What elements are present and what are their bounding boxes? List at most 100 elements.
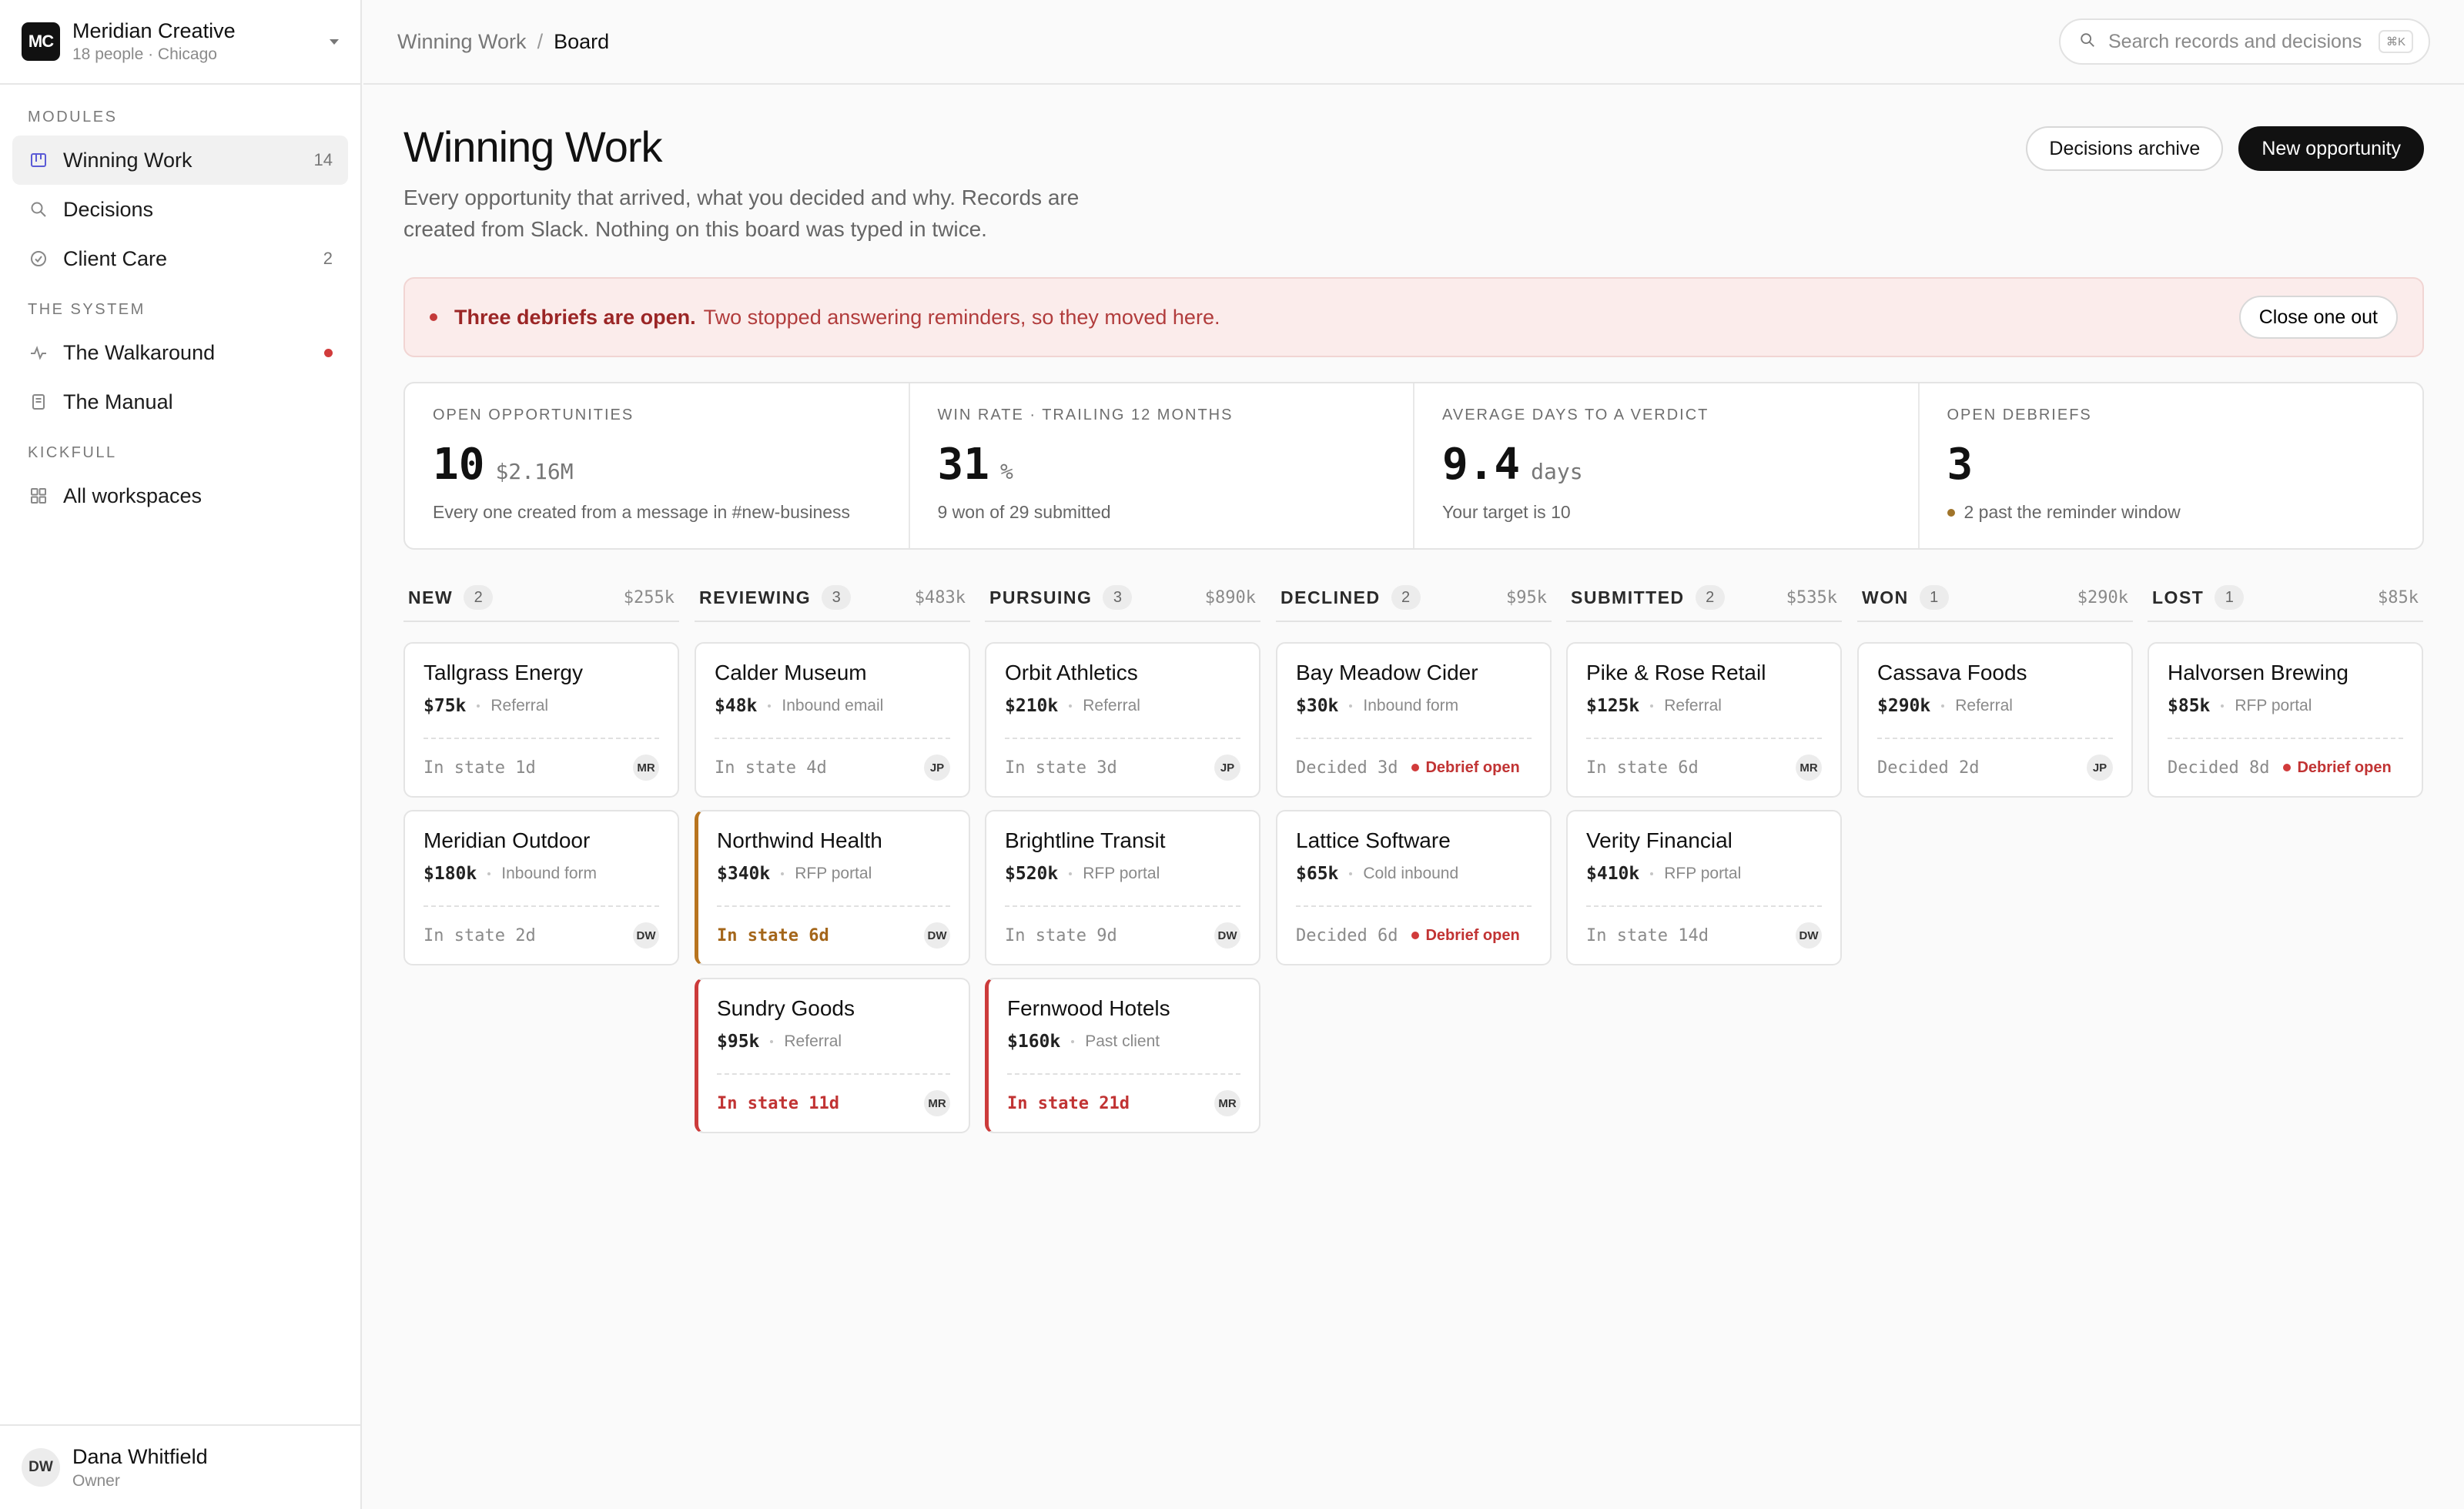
alert-heading: Three debriefs are open. — [454, 305, 696, 329]
card-footer: In state 9d DW — [1005, 905, 1240, 964]
sidebar-item-client-care[interactable]: Client Care 2 — [12, 234, 348, 283]
card-meta: $75k Referral — [424, 696, 659, 716]
card-title: Northwind Health — [717, 828, 882, 852]
stat-label: WIN RATE · TRAILING 12 MONTHS — [937, 407, 1234, 423]
card-footer: In state 2d DW — [424, 905, 659, 964]
avatar: DW — [22, 1448, 60, 1487]
sidebar-item-winning-work[interactable]: Winning Work 14 — [12, 136, 348, 185]
column-total: $95k — [1506, 587, 1547, 607]
breadcrumb-parent[interactable]: Winning Work — [397, 30, 527, 54]
stat-unit: % — [999, 459, 1013, 484]
new-opportunity-button[interactable]: New opportunity — [2238, 126, 2424, 171]
card-title: Calder Museum — [715, 661, 867, 684]
separator-dot — [1650, 872, 1654, 875]
card-state: In state 4d — [715, 758, 827, 778]
stat-value: 10 — [433, 440, 485, 490]
stat-note-text: 2 past the reminder window — [1964, 502, 2181, 522]
sidebar-item-walkaround[interactable]: The Walkaround — [12, 328, 348, 377]
caret-down-icon[interactable] — [330, 38, 339, 45]
alert-message: Two stopped answering reminders, so they… — [703, 305, 1220, 329]
column-count-badge: 3 — [822, 585, 852, 610]
card-meta: $290k Referral — [1877, 696, 2113, 716]
avatar: MR — [924, 1090, 950, 1116]
card-footer: Decided 8d Debrief open — [2168, 738, 2403, 796]
kickfull-section: KICKFULL All workspaces — [0, 434, 360, 520]
avatar: DW — [633, 922, 659, 949]
card-amount: $340k — [717, 864, 771, 884]
card-footer: In state 21d MR — [1007, 1073, 1240, 1132]
opportunity-card[interactable]: Cassava Foods $290k Referral Decided 2d JP — [1857, 642, 2133, 798]
opportunity-card[interactable]: Bay Meadow Cider $30k Inbound form Decided … — [1276, 642, 1552, 798]
opportunity-card[interactable]: Sundry Goods $95k Referral In state 11d MR — [695, 978, 970, 1133]
card-state: Decided 6d — [1296, 925, 1398, 945]
opportunity-card[interactable]: Fernwood Hotels $160k Past client In state … — [985, 978, 1260, 1133]
card-state: In state 2d — [424, 925, 536, 945]
card-amount: $290k — [1877, 696, 1931, 716]
column-header: DECLINED 2 $95k — [1276, 574, 1552, 622]
board-column-new: NEW 2 $255k Tallgrass Energy $75k Referral In … — [403, 574, 679, 965]
opportunity-card[interactable]: Meridian Outdoor $180k Inbound form In stat… — [403, 810, 679, 965]
board-column-declined: DECLINED 2 $95k Bay Meadow Cider $30k Inbound… — [1276, 574, 1552, 965]
debrief-label: Debrief open — [2297, 758, 2392, 776]
card-footer: In state 11d MR — [717, 1073, 950, 1132]
card-meta: $30k Inbound form — [1296, 696, 1532, 716]
user-menu[interactable]: DW Dana Whitfield Owner — [0, 1424, 360, 1509]
opportunity-card[interactable]: Brightline Transit $520k RFP portal In stat… — [985, 810, 1260, 965]
column-header: SUBMITTED 2 $535k — [1566, 574, 1842, 622]
workspace-switcher[interactable]: MC Meridian Creative 18 people · Chicago — [0, 0, 360, 85]
warning-dot-icon — [1947, 508, 1955, 517]
avatar: DW — [1796, 922, 1822, 949]
separator-dot — [1349, 704, 1353, 708]
separator-dot — [1069, 704, 1073, 708]
search-icon — [2079, 32, 2096, 52]
card-state: Decided 3d — [1296, 758, 1398, 778]
search-input[interactable]: Search records and decisions ⌘K — [2059, 18, 2430, 65]
search-icon — [28, 199, 49, 220]
card-state: In state 11d — [717, 1093, 839, 1113]
workspace-logo: MC — [22, 22, 60, 61]
card-meta: $125k Referral — [1586, 696, 1822, 716]
board-column-pursuing: PURSUING 3 $890k Orbit Athletics $210k Referr… — [985, 574, 1260, 1133]
column-count-badge: 2 — [1391, 585, 1421, 610]
avatar: JP — [2087, 754, 2113, 781]
decisions-archive-button[interactable]: Decisions archive — [2026, 126, 2224, 171]
opportunity-card[interactable]: Verity Financial $410k RFP portal In state … — [1566, 810, 1842, 965]
avatar: MR — [1214, 1090, 1240, 1116]
stat-open-opportunities: OPEN OPPORTUNITIES 10 $2.16M Every one c… — [405, 383, 910, 548]
alert-dot-icon — [430, 313, 437, 321]
opportunity-card[interactable]: Orbit Athletics $210k Referral In state 3d J… — [985, 642, 1260, 798]
debrief-dot-icon — [1411, 932, 1420, 939]
avatar: MR — [1796, 754, 1822, 781]
card-title: Orbit Athletics — [1005, 661, 1138, 684]
opportunity-card[interactable]: Lattice Software $65k Cold inbound Decided … — [1276, 810, 1552, 965]
opportunity-card[interactable]: Pike & Rose Retail $125k Referral In state … — [1566, 642, 1842, 798]
card-title: Fernwood Hotels — [1007, 996, 1170, 1020]
opportunity-card[interactable]: Calder Museum $48k Inbound email In state 4… — [695, 642, 970, 798]
column-title: DECLINED — [1281, 587, 1381, 607]
card-state: In state 6d — [1586, 758, 1699, 778]
sidebar-item-decisions[interactable]: Decisions — [12, 185, 348, 234]
card-footer: Decided 3d Debrief open — [1296, 738, 1532, 796]
separator-dot — [781, 872, 785, 875]
card-title: Pike & Rose Retail — [1586, 661, 1766, 684]
opportunity-card[interactable]: Tallgrass Energy $75k Referral In state 1d M… — [403, 642, 679, 798]
board-column-reviewing: REVIEWING 3 $483k Calder Museum $48k Inbound … — [695, 574, 970, 1133]
sidebar: MC Meridian Creative 18 people · Chicago… — [0, 0, 362, 1509]
card-amount: $85k — [2168, 696, 2211, 716]
sidebar-item-all-workspaces[interactable]: All workspaces — [12, 471, 348, 520]
opportunity-card[interactable]: Northwind Health $340k RFP portal In state … — [695, 810, 970, 965]
sidebar-item-manual[interactable]: The Manual — [12, 377, 348, 427]
avatar: MR — [633, 754, 659, 781]
column-title: SUBMITTED — [1571, 587, 1685, 607]
alert-dot-icon — [324, 348, 333, 357]
card-state: In state 9d — [1005, 925, 1117, 945]
close-one-out-button[interactable]: Close one out — [2238, 296, 2398, 339]
card-state: In state 1d — [424, 758, 536, 778]
separator-dot — [487, 872, 491, 875]
card-source: Referral — [1083, 697, 1140, 714]
document-icon — [28, 391, 49, 413]
keyboard-shortcut-badge: ⌘K — [2378, 30, 2413, 53]
avatar: JP — [1214, 754, 1240, 781]
opportunity-card[interactable]: Halvorsen Brewing $85k RFP portal Decided 8… — [2148, 642, 2423, 798]
column-title: NEW — [408, 587, 454, 607]
